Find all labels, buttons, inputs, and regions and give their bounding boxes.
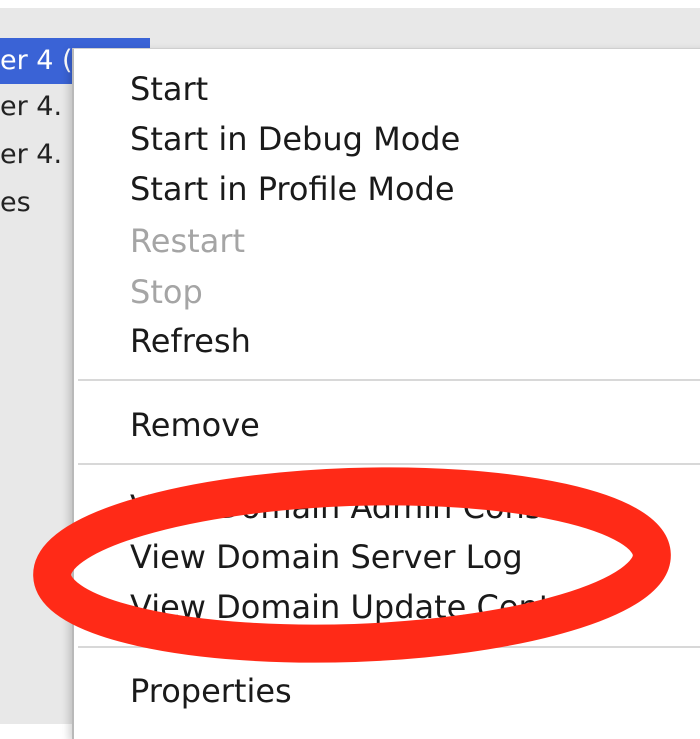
tree-item-server[interactable]: er 4. (0, 132, 62, 178)
menu-item-view-admin-console[interactable]: View Domain Admin Console (130, 483, 590, 531)
menu-item-start-profile[interactable]: Start in Profile Mode (130, 165, 455, 213)
menu-separator (78, 463, 700, 465)
menu-separator (78, 379, 700, 381)
menu-item-view-server-log[interactable]: View Domain Server Log (130, 533, 523, 581)
menu-item-properties[interactable]: Properties (130, 667, 292, 715)
tree-item-server[interactable]: er 4. (0, 84, 62, 130)
menu-item-refresh[interactable]: Refresh (130, 317, 251, 365)
context-menu: Start Start in Debug Mode Start in Profi… (72, 48, 700, 739)
menu-item-view-update-center[interactable]: View Domain Update Center (130, 583, 584, 631)
menu-item-remove[interactable]: Remove (130, 401, 260, 449)
menu-item-start-debug[interactable]: Start in Debug Mode (130, 115, 460, 163)
menu-item-stop: Stop (130, 273, 203, 311)
top-strip (0, 0, 700, 8)
menu-item-restart: Restart (130, 222, 246, 260)
menu-item-start[interactable]: Start (130, 65, 208, 113)
tree-item-resources[interactable]: es (0, 180, 31, 226)
menu-separator (78, 646, 700, 648)
